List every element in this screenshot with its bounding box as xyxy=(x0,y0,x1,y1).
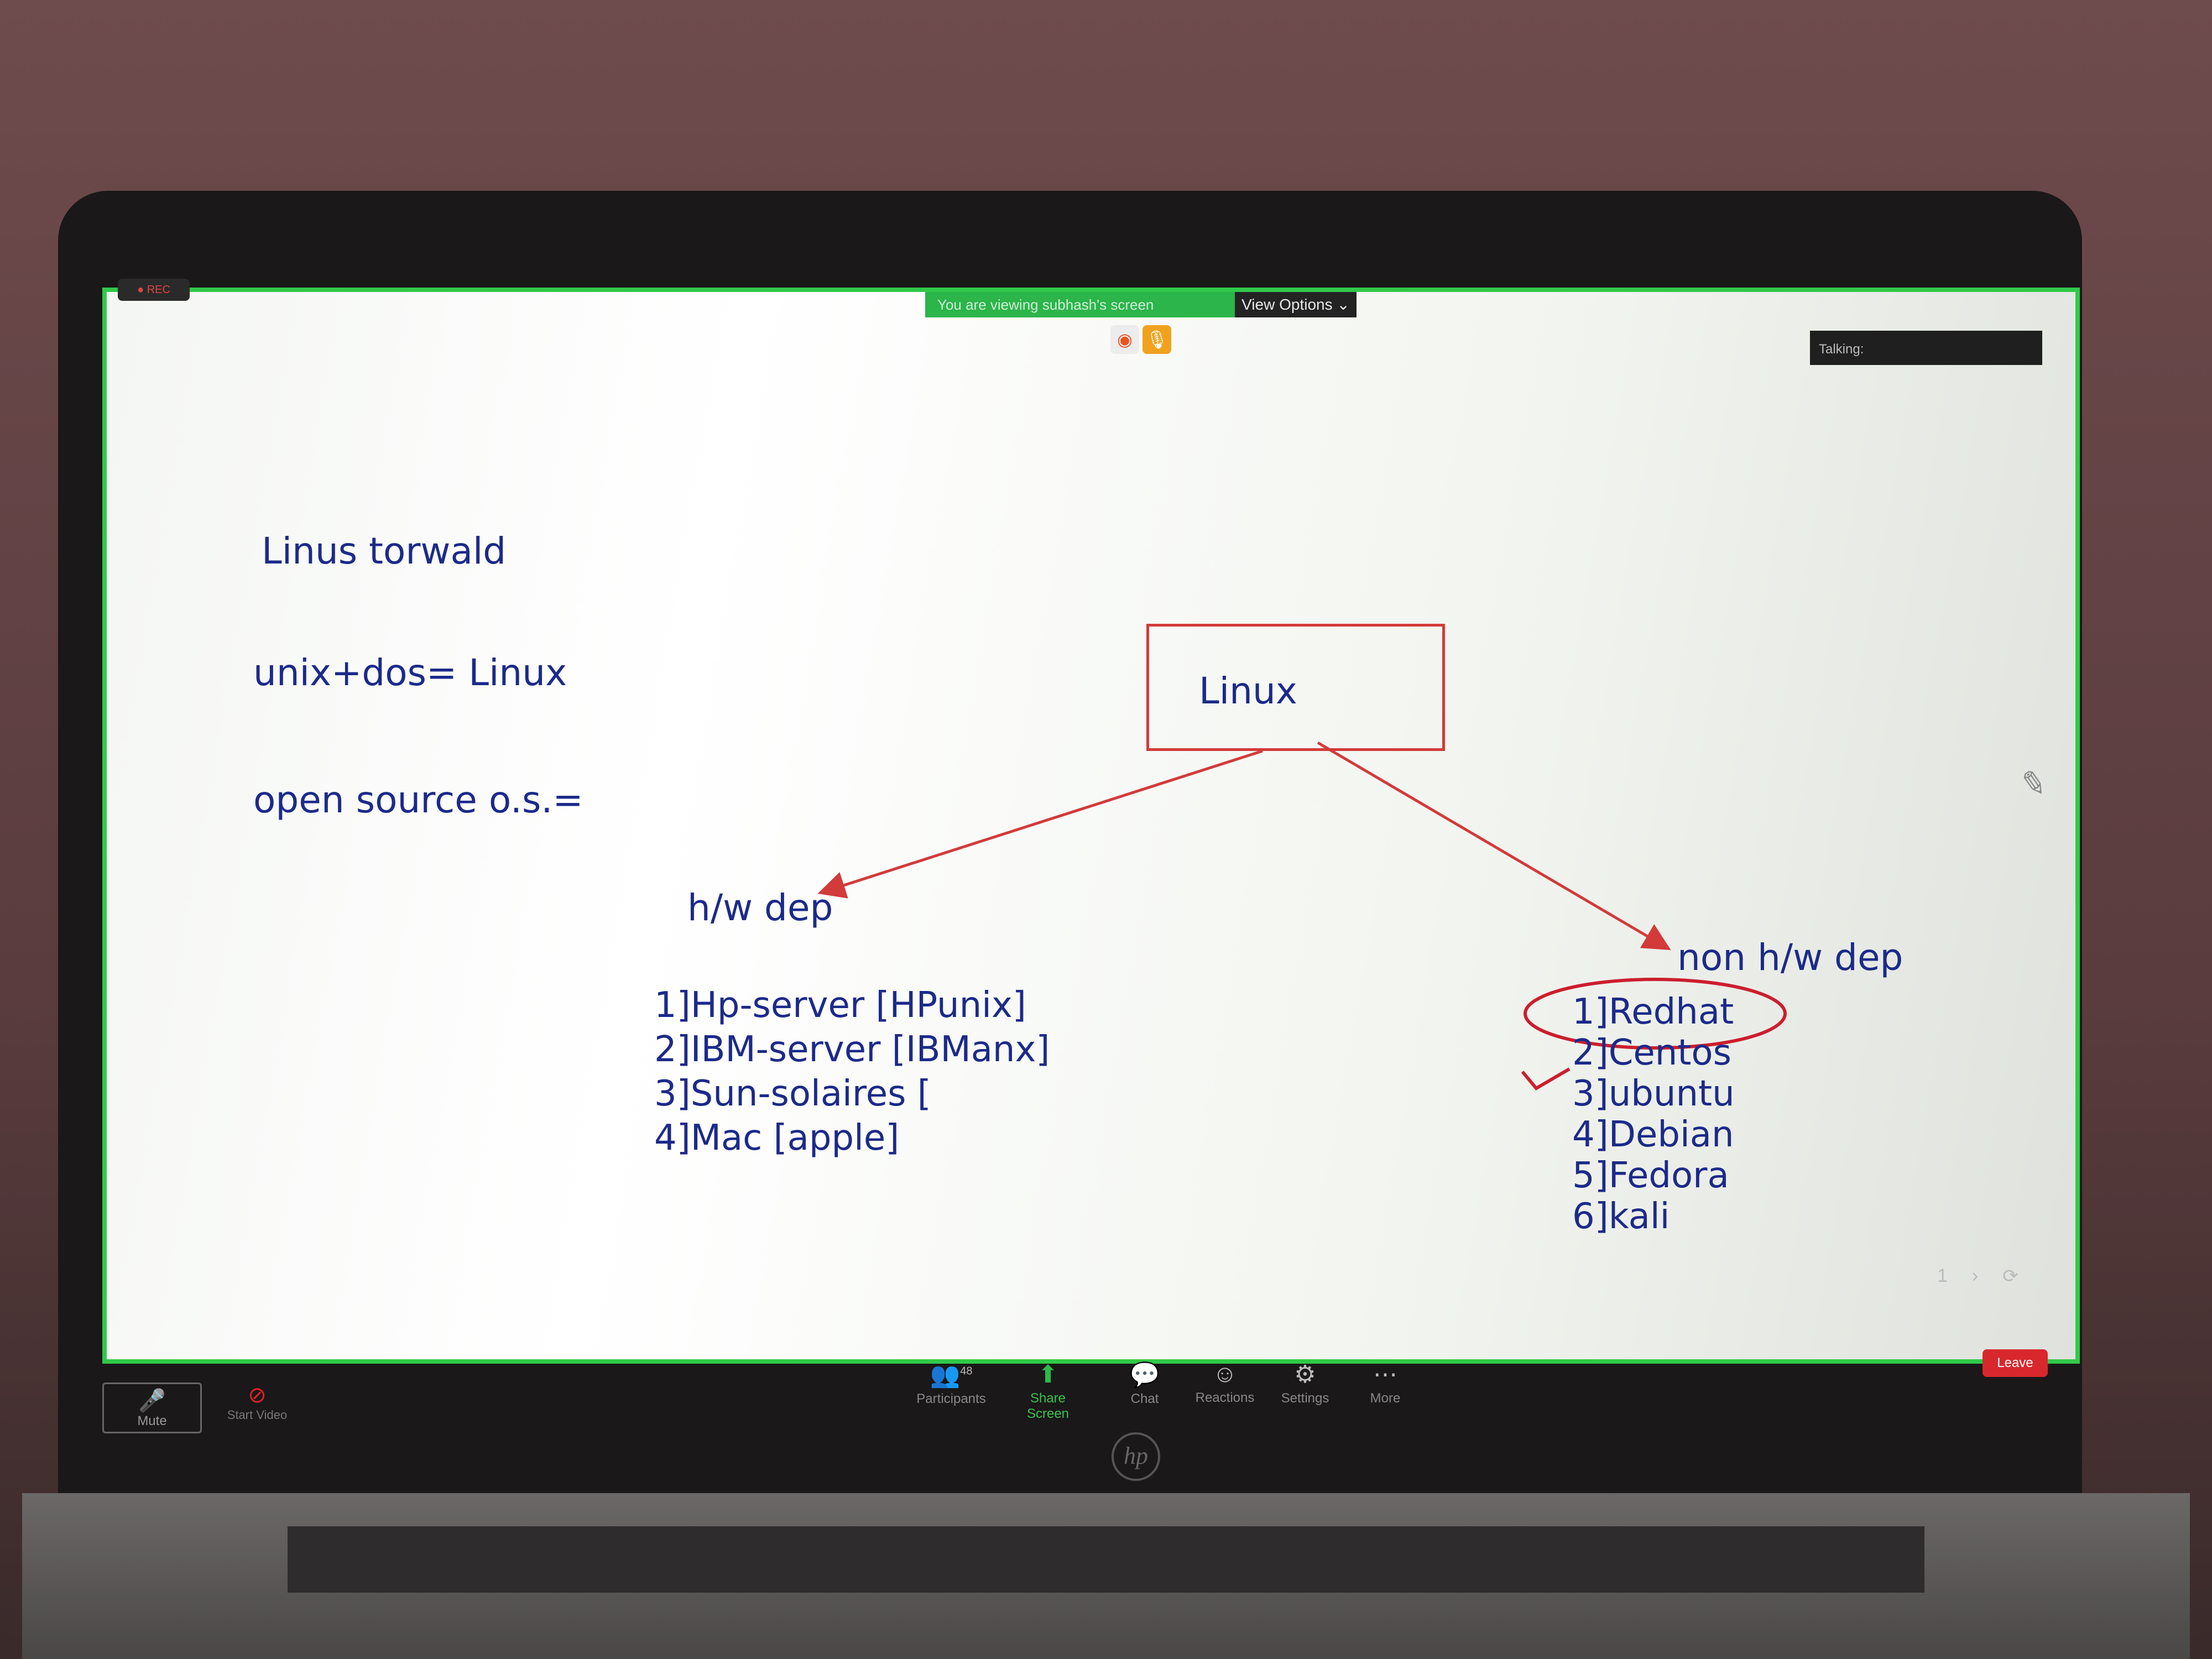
start-video-button[interactable]: ⊘ Start Video xyxy=(216,1383,299,1422)
start-video-label: Start Video xyxy=(227,1408,288,1422)
list-item: 4]Debian xyxy=(1572,1114,1734,1155)
slide-nav: 1 › ⟳ xyxy=(1937,1265,2018,1287)
settings-icon: ⚙ xyxy=(1294,1361,1316,1388)
arrow-left xyxy=(817,749,1263,899)
refresh-icon[interactable]: ⟳ xyxy=(2002,1265,2018,1287)
mic-icon: 🎤 xyxy=(138,1389,166,1413)
reactions-label: Reactions xyxy=(1195,1390,1255,1405)
diagram-arrows xyxy=(817,741,1787,1091)
more-label: More xyxy=(1370,1391,1401,1406)
mute-label: Mute xyxy=(137,1413,167,1428)
list-item: 3]ubuntu xyxy=(1572,1073,1735,1114)
leave-button[interactable]: Leave xyxy=(1983,1349,2048,1377)
share-screen-label: Share Screen xyxy=(1026,1391,1070,1421)
settings-button[interactable]: ⚙ Settings xyxy=(1266,1360,1344,1406)
list-item: 1]Redhat xyxy=(1572,992,1734,1032)
chat-icon: 💬 xyxy=(1129,1361,1160,1389)
list-item: 2]IBM-server [IBManx] xyxy=(654,1029,1050,1070)
shared-screen: ● REC You are viewing subhash's screen V… xyxy=(102,279,2080,1364)
right-branch-title: non h/w dep xyxy=(1677,936,1903,979)
participants-button[interactable]: 👥48 Participants xyxy=(912,1360,990,1407)
right-list: 1]Redhat 2]Centos 3]ubuntu 4]Debian 5]Fe… xyxy=(1572,992,1735,1237)
reactions-button[interactable]: ☺ Reactions xyxy=(1186,1360,1264,1406)
list-item: 2]Centos xyxy=(1572,1032,1731,1073)
video-off-icon: ⊘ xyxy=(248,1383,267,1407)
settings-label: Settings xyxy=(1281,1391,1329,1406)
list-item: 5]Fedora xyxy=(1572,1155,1729,1196)
list-item: 3]Sun-solaires [ xyxy=(654,1073,931,1114)
chat-label: Chat xyxy=(1130,1391,1159,1406)
participants-count: 48 xyxy=(960,1365,973,1378)
left-branch-title: h/w dep xyxy=(687,886,833,929)
more-button[interactable]: ⋯ More xyxy=(1347,1360,1424,1406)
left-list: 1]Hp-server [HPunix] 2]IBM-server [IBMan… xyxy=(654,983,1050,1160)
list-item: 1]Hp-server [HPunix] xyxy=(654,985,1026,1026)
participants-label: Participants xyxy=(916,1391,986,1406)
laptop-hinge xyxy=(288,1526,1924,1593)
list-item: 4]Mac [apple] xyxy=(654,1118,900,1159)
arrow-right xyxy=(1317,741,1671,951)
chat-button[interactable]: 💬 Chat xyxy=(1106,1360,1183,1407)
list-item: 6]kali xyxy=(1572,1196,1670,1237)
more-icon: ⋯ xyxy=(1373,1361,1397,1388)
mute-button[interactable]: 🎤 Mute xyxy=(102,1383,202,1433)
share-screen-button[interactable]: ⬆ Share Screen xyxy=(1009,1360,1087,1422)
reactions-icon: ☺ xyxy=(1212,1360,1238,1387)
page-number: 1 xyxy=(1937,1265,1948,1286)
meeting-toolbar: 🎤 Mute ⊘ Start Video 👥48 Participants ⬆ … xyxy=(102,1349,2071,1449)
participants-icon: 👥48 xyxy=(930,1361,973,1389)
share-screen-icon: ⬆ xyxy=(1037,1361,1058,1388)
checkmark xyxy=(1521,1067,1571,1091)
chevron-right-icon[interactable]: › xyxy=(1972,1265,1978,1287)
